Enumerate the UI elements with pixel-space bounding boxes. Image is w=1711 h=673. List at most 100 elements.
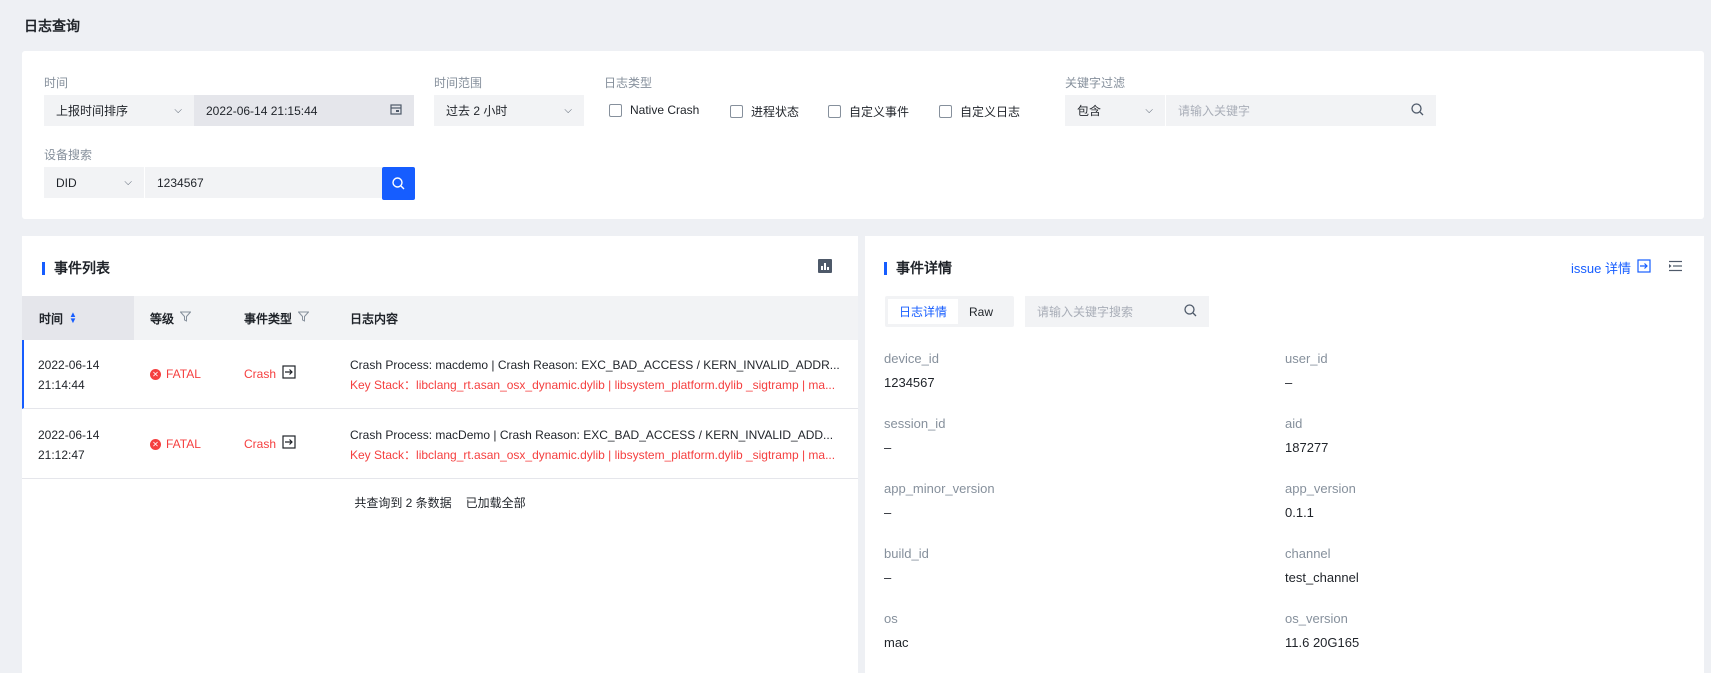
checkbox-box[interactable] — [609, 103, 622, 117]
calendar-icon — [390, 103, 402, 118]
result-count: 共查询到 2 条数据 — [354, 496, 452, 510]
checkbox-box[interactable] — [730, 105, 743, 118]
event-detail-title-text: 事件详情 — [896, 260, 952, 276]
field-key: user_id — [1285, 351, 1328, 366]
log-text: Crash Process: macDemo | Crash Reason: E… — [350, 428, 834, 442]
field-value: 1234567 — [884, 375, 935, 390]
keyword-placeholder: 请输入关键字 — [1178, 104, 1251, 118]
cell-log: Crash Process: macDemo | Crash Reason: E… — [350, 425, 844, 465]
event-detail-panel: 事件详情 issue 详情 日志详情 Raw 请输入关键字搜索 device_i… — [865, 236, 1704, 673]
tab-log-detail[interactable]: 日志详情 — [888, 299, 959, 324]
time-label: 时间 — [44, 76, 69, 90]
range-value: 过去 2 小时 — [446, 104, 508, 118]
keyword-label: 关键字过滤 — [1065, 76, 1126, 90]
log-text: Crash Process: macdemo | Crash Reason: E… — [350, 358, 840, 372]
issue-detail-link[interactable]: issue 详情 — [1571, 258, 1651, 277]
time-sort-value: 上报时间排序 — [56, 104, 129, 118]
table-header: 时间 ▲ ▼ 等级 事件类型 日志内容 — [22, 296, 858, 340]
field-key: channel — [1285, 546, 1331, 561]
list-settings-icon[interactable] — [1669, 260, 1682, 275]
field-value: – — [884, 570, 892, 585]
chart-icon[interactable] — [818, 259, 832, 276]
device-search-button[interactable] — [382, 167, 415, 200]
error-circle-icon: ✕ — [150, 438, 161, 450]
table-footer: 共查询到 2 条数据 已加载全部 — [22, 494, 858, 511]
detail-search-placeholder: 请输入关键字搜索 — [1037, 305, 1134, 319]
time-picker[interactable]: 2022-06-14 21:15:44 — [194, 95, 414, 126]
cell-log: Crash Process: macdemo | Crash Reason: E… — [350, 355, 844, 395]
type-text: Crash — [244, 436, 277, 451]
cell-type: Crash — [244, 365, 296, 382]
device-type-select[interactable]: DID ⌵ — [44, 167, 144, 198]
field-build-id: build_id – — [884, 546, 929, 585]
checkbox-label: Native Crash — [630, 103, 700, 117]
sort-icon[interactable]: ▲ ▼ — [69, 311, 77, 325]
device-input-value: 1234567 — [157, 175, 204, 190]
tab-raw[interactable]: Raw — [958, 299, 1004, 324]
field-session-id: session_id – — [884, 416, 945, 455]
event-list-panel: 事件列表 时间 ▲ ▼ 等级 事件类型 日志内容 2022-06-14 21:14… — [22, 236, 858, 673]
field-key: aid — [1285, 416, 1303, 431]
checkbox-box[interactable] — [939, 105, 952, 118]
loaded-all-text: 已加载全部 — [465, 496, 526, 510]
keyword-mode-select[interactable]: 包含 ⌵ — [1065, 95, 1165, 126]
issue-detail-text: issue 详情 — [1571, 261, 1631, 276]
key-stack-text: Key Stack：libclang_rt.asan_osx_dynamic.d… — [350, 378, 836, 392]
keyword-input[interactable]: 请输入关键字 — [1166, 95, 1436, 126]
device-type-value: DID — [56, 175, 77, 190]
column-header-type[interactable]: 事件类型 — [244, 296, 310, 340]
checkbox-label: 自定义事件 — [849, 105, 910, 119]
checkbox-native-crash[interactable]: Native Crash — [609, 103, 699, 117]
time-sort-select[interactable]: 上报时间排序 ⌵ — [44, 95, 194, 126]
field-key: build_id — [884, 546, 929, 561]
table-row[interactable]: 2022-06-14 21:12:47 ✕ FATAL Crash Crash … — [22, 410, 858, 479]
open-link-icon[interactable] — [282, 365, 296, 382]
table-row[interactable]: 2022-06-14 21:14:44 ✕ FATAL Crash Crash … — [22, 340, 858, 409]
column-header-log: 日志内容 — [350, 296, 398, 340]
checkbox-custom-event[interactable]: 自定义事件 — [828, 103, 909, 120]
filter-icon[interactable] — [297, 311, 310, 325]
event-list-title: 事件列表 — [42, 258, 110, 278]
field-value: – — [884, 440, 892, 455]
checkbox-custom-log[interactable]: 自定义日志 — [939, 103, 1020, 120]
detail-tabs: 日志详情 Raw — [885, 296, 1014, 327]
row-date: 2022-06-14 — [38, 428, 100, 442]
filter-icon[interactable] — [179, 311, 192, 325]
checkbox-label: 自定义日志 — [960, 105, 1021, 119]
device-input[interactable]: 1234567 — [145, 167, 382, 198]
field-key: os_version — [1285, 611, 1348, 626]
checkbox-process-state[interactable]: 进程状态 — [730, 103, 799, 120]
field-app-minor-version: app_minor_version – — [884, 481, 995, 520]
range-select[interactable]: 过去 2 小时 ⌵ — [434, 95, 584, 126]
field-key: device_id — [884, 351, 939, 366]
field-value: 187277 — [1285, 440, 1329, 455]
column-header-label: 事件类型 — [244, 311, 293, 326]
filter-card: 时间 上报时间排序 ⌵ 2022-06-14 21:15:44 时间范围 过去 … — [22, 51, 1704, 219]
title-accent-bar — [42, 261, 45, 275]
open-link-icon[interactable] — [282, 435, 296, 452]
field-key: os — [884, 611, 898, 626]
level-text: FATAL — [166, 437, 201, 451]
range-label: 时间范围 — [434, 76, 483, 90]
column-header-time[interactable]: 时间 ▲ ▼ — [22, 296, 134, 340]
event-list-title-text: 事件列表 — [54, 260, 110, 276]
checkbox-box[interactable] — [828, 105, 841, 118]
field-aid: aid 187277 — [1285, 416, 1328, 455]
cell-type: Crash — [244, 435, 296, 452]
row-time: 21:12:47 — [38, 448, 85, 462]
field-value: test_channel — [1285, 570, 1359, 585]
log-type-label: 日志类型 — [604, 76, 653, 90]
field-value: – — [884, 505, 892, 520]
column-header-level[interactable]: 等级 — [150, 296, 192, 340]
cell-level: ✕ FATAL — [150, 367, 201, 381]
cell-time: 2022-06-14 21:14:44 — [38, 355, 99, 395]
column-header-label: 等级 — [150, 311, 175, 326]
field-value: mac — [884, 635, 909, 650]
time-picker-value: 2022-06-14 21:15:44 — [206, 103, 318, 118]
row-date: 2022-06-14 — [38, 358, 100, 372]
cell-time: 2022-06-14 21:12:47 — [38, 425, 99, 465]
detail-search-input[interactable]: 请输入关键字搜索 — [1025, 296, 1209, 327]
search-icon[interactable] — [1411, 102, 1424, 119]
search-icon[interactable] — [1184, 303, 1197, 320]
column-header-label: 时间 — [39, 311, 64, 326]
